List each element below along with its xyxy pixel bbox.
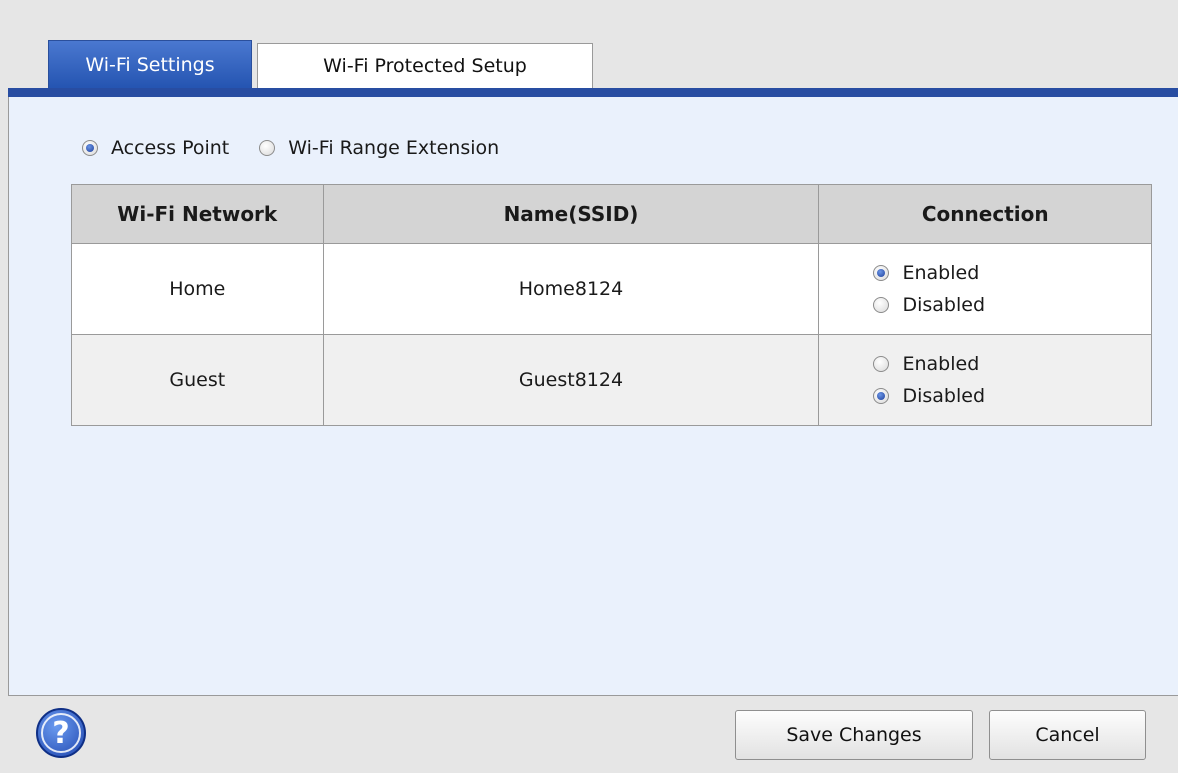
disabled-label: Disabled [902, 385, 986, 407]
access-point-label: Access Point [111, 137, 230, 159]
header-ssid: Name(SSID) [322, 184, 820, 244]
mode-range-extension-option[interactable]: Wi-Fi Range Extension [259, 137, 499, 159]
enabled-label: Enabled [902, 262, 980, 284]
mode-selector: Access Point Wi-Fi Range Extension [82, 134, 529, 162]
table-row-guest: Guest Guest8124 Enabled Disabled [71, 334, 1152, 426]
home-enabled-option[interactable]: Enabled [873, 257, 985, 289]
ssid-cell: Guest8124 [322, 334, 820, 426]
tab-wifi-protected-setup[interactable]: Wi-Fi Protected Setup [257, 43, 593, 90]
home-disabled-radio[interactable] [873, 297, 890, 313]
table-header-row: Wi-Fi Network Name(SSID) Connection [71, 184, 1152, 244]
mode-access-point-option[interactable]: Access Point [82, 137, 229, 159]
footer-divider [8, 695, 1178, 696]
guest-connection-radio-group: Enabled Disabled [873, 348, 985, 412]
table-row-home: Home Home8124 Enabled Disabled [71, 243, 1152, 335]
help-glyph: ? [52, 715, 70, 751]
tab-underline-bar [8, 88, 1178, 97]
guest-disabled-option[interactable]: Disabled [873, 380, 985, 412]
guest-enabled-option[interactable]: Enabled [873, 348, 985, 380]
network-name-cell: Home [71, 243, 324, 335]
cancel-button[interactable]: Cancel [989, 710, 1146, 760]
enabled-label: Enabled [902, 353, 980, 375]
network-name-cell: Guest [71, 334, 324, 426]
connection-cell: Enabled Disabled [818, 334, 1152, 426]
home-connection-radio-group: Enabled Disabled [873, 257, 985, 321]
connection-cell: Enabled Disabled [818, 243, 1152, 335]
header-connection: Connection [818, 184, 1152, 244]
question-mark-icon[interactable]: ? [36, 708, 86, 758]
wifi-network-table: Wi-Fi Network Name(SSID) Connection Home… [71, 184, 1152, 426]
range-extension-radio[interactable] [259, 140, 276, 156]
guest-enabled-radio[interactable] [873, 356, 890, 372]
header-wifi-network: Wi-Fi Network [71, 184, 324, 244]
save-changes-button[interactable]: Save Changes [735, 710, 973, 760]
range-extension-label: Wi-Fi Range Extension [288, 137, 500, 159]
guest-disabled-radio[interactable] [873, 388, 890, 404]
home-disabled-option[interactable]: Disabled [873, 289, 985, 321]
tab-wifi-settings[interactable]: Wi-Fi Settings [48, 40, 252, 90]
disabled-label: Disabled [902, 294, 986, 316]
home-enabled-radio[interactable] [873, 265, 890, 281]
access-point-radio[interactable] [82, 140, 98, 156]
ssid-cell: Home8124 [322, 243, 820, 335]
